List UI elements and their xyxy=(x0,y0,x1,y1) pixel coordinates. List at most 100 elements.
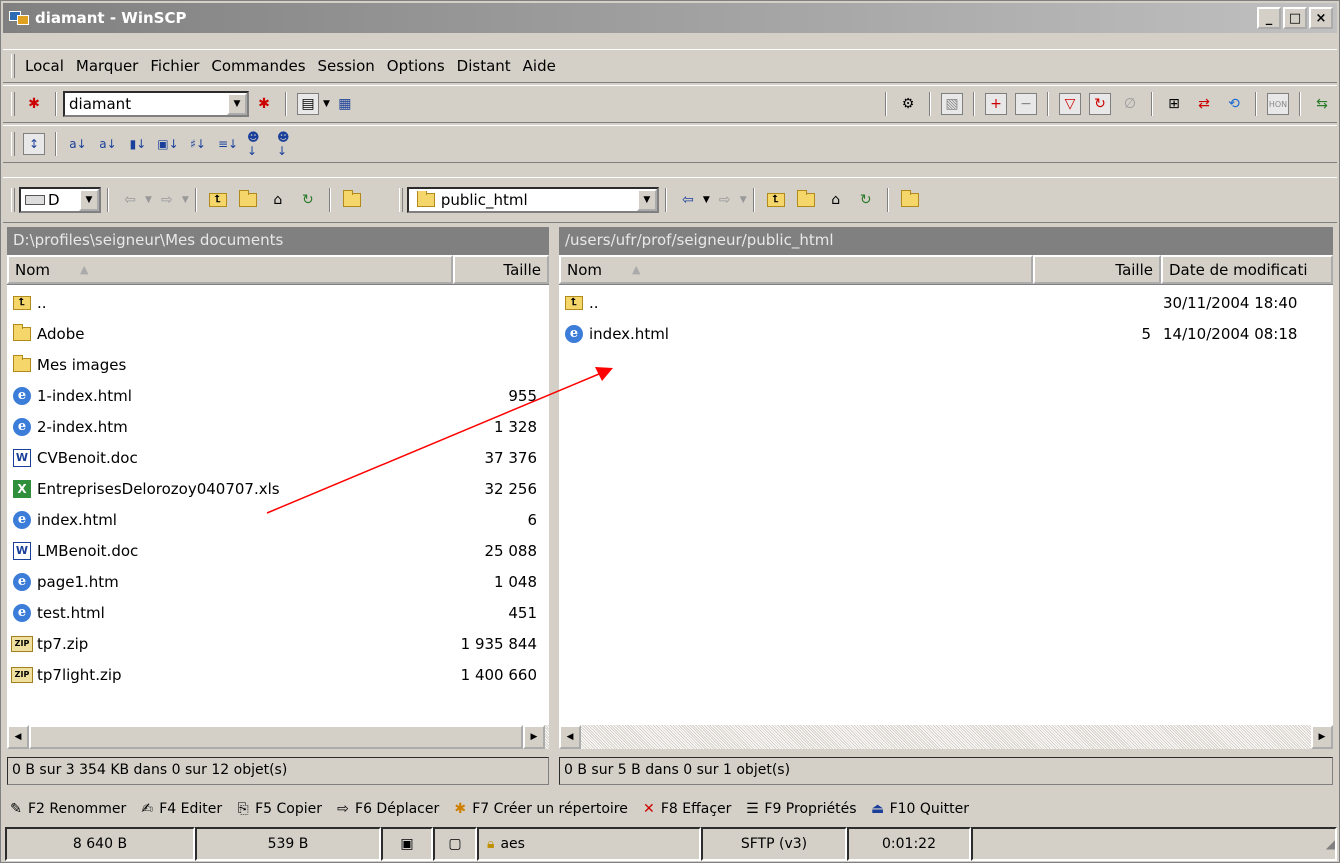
dropdown-arrow-icon[interactable]: ▼ xyxy=(323,99,330,109)
back-dropdown-icon[interactable]: ▼ xyxy=(145,195,152,205)
remote-home-dir-icon[interactable]: ⌂ xyxy=(825,189,847,211)
refresh-dir-icon[interactable]: ↻ xyxy=(297,189,319,211)
drive-icon xyxy=(25,195,45,205)
select-files-icon[interactable]: + xyxy=(985,93,1007,115)
remote-forward-arrow-icon[interactable]: ⇨ xyxy=(714,189,736,211)
file-row[interactable]: W CVBenoit.doc 37 376 xyxy=(7,442,549,473)
save-session-icon[interactable]: ▤ xyxy=(297,93,319,115)
forward-arrow-icon[interactable]: ⇨ xyxy=(156,189,178,211)
network-icon[interactable]: ⊞ xyxy=(1163,93,1185,115)
scroll-left-icon[interactable]: ◀ xyxy=(7,725,29,749)
remote-back-arrow-icon[interactable]: ⇦ xyxy=(677,189,699,211)
menu-fichier[interactable]: Fichier xyxy=(144,57,205,75)
fkey-button-rename[interactable]: ✎ F2 Renommer xyxy=(7,800,126,818)
home-dir-icon[interactable]: ⌂ xyxy=(267,189,289,211)
scroll-thumb[interactable] xyxy=(29,725,523,749)
file-row[interactable]: W LMBenoit.doc 25 088 xyxy=(7,535,549,566)
file-row[interactable]: e page1.htm 1 048 xyxy=(7,566,549,597)
drive-combo[interactable]: D ▼ xyxy=(19,187,101,213)
compare-dirs-icon[interactable]: ▧ xyxy=(941,93,963,115)
refresh-selection-icon[interactable]: ↻ xyxy=(1089,93,1111,115)
column-name[interactable]: Nom ▲ xyxy=(559,255,1033,284)
file-row[interactable]: e index.html 6 xyxy=(7,504,549,535)
sort-by-attr-icon[interactable]: ≡↓ xyxy=(217,133,239,155)
open-dir-icon[interactable] xyxy=(341,189,363,211)
remote-root-dir-icon[interactable] xyxy=(795,189,817,211)
file-row[interactable]: ⮤.. xyxy=(7,287,549,318)
menu-local[interactable]: Local xyxy=(19,57,70,75)
fkey-button-new-folder[interactable]: ✱ F7 Créer un répertoire xyxy=(451,800,627,818)
fkey-button-quit[interactable]: ⏏ F10 Quitter xyxy=(869,800,969,818)
menu-marquer[interactable]: Marquer xyxy=(70,57,144,75)
local-horizontal-scrollbar[interactable]: ◀ ▶ xyxy=(7,725,549,749)
clear-filter-icon[interactable]: ∅ xyxy=(1119,93,1141,115)
sort-by-ext-icon[interactable]: a↓ xyxy=(97,133,119,155)
file-row[interactable]: ZIP tp7light.zip 1 400 660 xyxy=(7,659,549,690)
fkey-button-copy[interactable]: ⎘ F5 Copier xyxy=(234,800,323,818)
new-session-icon[interactable]: ✱ xyxy=(23,93,45,115)
forward-dropdown-icon[interactable]: ▼ xyxy=(182,195,189,205)
remote-back-dropdown-icon[interactable]: ▼ xyxy=(703,195,710,205)
sort-by-name-icon[interactable]: a↓ xyxy=(67,133,89,155)
file-row[interactable]: ⮤.. 30/11/2004 18:40 xyxy=(559,287,1333,318)
sort-by-size-icon[interactable]: ♯↓ xyxy=(187,133,209,155)
root-dir-icon[interactable] xyxy=(237,189,259,211)
file-name: index.html xyxy=(37,510,117,529)
column-name[interactable]: Nom ▲ xyxy=(7,255,453,284)
transfer-settings-icon[interactable]: ⇆ xyxy=(1311,93,1333,115)
resize-grip-icon[interactable]: ◢ xyxy=(971,827,1337,861)
file-row[interactable]: e 1-index.html 955 xyxy=(7,380,549,411)
scroll-left-icon[interactable]: ◀ xyxy=(559,725,581,749)
menu-aide[interactable]: Aide xyxy=(517,57,562,75)
refresh-icon[interactable]: ⟲ xyxy=(1223,93,1245,115)
unselect-files-icon[interactable]: − xyxy=(1015,93,1037,115)
menu-commandes[interactable]: Commandes xyxy=(205,57,311,75)
chevron-down-icon[interactable]: ▼ xyxy=(227,93,247,115)
close-button[interactable]: × xyxy=(1309,7,1333,29)
filter-icon[interactable]: ▽ xyxy=(1059,93,1081,115)
file-row[interactable]: Mes images xyxy=(7,349,549,380)
menu-options[interactable]: Options xyxy=(381,57,451,75)
fkey-button-edit[interactable]: ✍ F4 Editer xyxy=(138,800,222,818)
remote-folder-combo[interactable]: public_html ▼ xyxy=(406,187,659,213)
fkey-button-properties[interactable]: ☰ F9 Propriétés xyxy=(743,800,856,818)
console-icon[interactable]: HON xyxy=(1267,93,1289,115)
menu-session[interactable]: Session xyxy=(312,57,381,75)
file-row[interactable]: e 2-index.htm 1 328 xyxy=(7,411,549,442)
column-size[interactable]: Taille xyxy=(1033,255,1161,284)
remote-horizontal-scrollbar[interactable]: ◀ ▶ xyxy=(559,725,1333,749)
chevron-down-icon[interactable]: ▼ xyxy=(79,189,99,211)
fkey-button-move[interactable]: ⇨ F6 Déplacer xyxy=(334,800,439,818)
file-row[interactable]: X EntreprisesDelorozoy040707.xls 32 256 xyxy=(7,473,549,504)
preferences-gear-icon[interactable]: ⚙ xyxy=(897,93,919,115)
file-row[interactable]: ZIP tp7.zip 1 935 844 xyxy=(7,628,549,659)
remote-open-dir-icon[interactable] xyxy=(899,189,921,211)
back-arrow-icon[interactable]: ⇦ xyxy=(119,189,141,211)
sort-by-type-icon[interactable]: ▮↓ xyxy=(127,133,149,155)
sort-by-owner-icon[interactable]: ☻↓ xyxy=(247,130,269,158)
scroll-right-icon[interactable]: ▶ xyxy=(1311,725,1333,749)
file-row[interactable]: e index.html 5 14/10/2004 08:18 xyxy=(559,318,1333,349)
word-doc-icon: W xyxy=(13,541,31,560)
column-date[interactable]: Date de modificati xyxy=(1161,255,1333,284)
disk-save-icon[interactable]: ▦ xyxy=(334,93,356,115)
file-row[interactable]: Adobe xyxy=(7,318,549,349)
sort-by-group-icon[interactable]: ☻↓ xyxy=(277,130,299,158)
file-row[interactable]: e test.html 451 xyxy=(7,597,549,628)
chevron-down-icon[interactable]: ▼ xyxy=(636,189,657,211)
remote-parent-dir-icon[interactable]: ⮤ xyxy=(765,189,787,211)
sort-by-date-icon[interactable]: ▣↓ xyxy=(157,133,179,155)
sort-ascending-icon[interactable]: ↕ xyxy=(23,133,45,155)
remote-forward-dropdown-icon[interactable]: ▼ xyxy=(740,195,747,205)
menu-distant[interactable]: Distant xyxy=(451,57,517,75)
column-size[interactable]: Taille xyxy=(453,255,549,284)
scroll-right-icon[interactable]: ▶ xyxy=(523,725,545,749)
fkey-button-delete[interactable]: ✕ F8 Effaçer xyxy=(640,800,731,818)
remote-refresh-dir-icon[interactable]: ↻ xyxy=(855,189,877,211)
close-session-icon[interactable]: ✱ xyxy=(253,93,275,115)
parent-dir-icon[interactable]: ⮤ xyxy=(207,189,229,211)
session-combo[interactable]: diamant ▼ xyxy=(63,91,249,117)
sync-icon[interactable]: ⇄ xyxy=(1193,93,1215,115)
maximize-button[interactable]: □ xyxy=(1283,7,1307,29)
minimize-button[interactable]: _ xyxy=(1257,7,1281,29)
